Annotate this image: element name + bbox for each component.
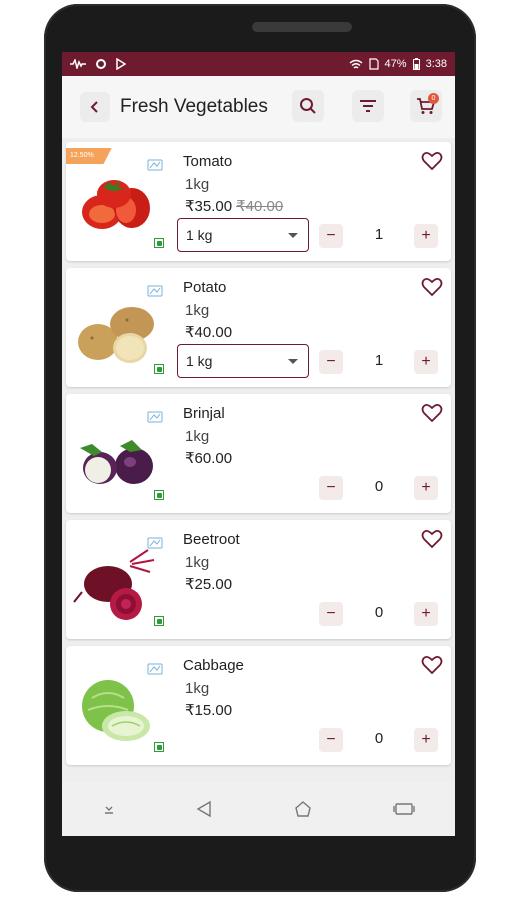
cart-count-badge: 0 xyxy=(428,93,439,104)
home-icon[interactable] xyxy=(292,800,314,818)
chevron-down-icon xyxy=(288,358,298,364)
decrease-quantity-button[interactable]: − xyxy=(319,728,343,752)
brinjal-image xyxy=(80,440,153,484)
product-card[interactable]: Brinjal 1kg ₹60.00 − 0 + xyxy=(66,394,451,513)
product-weight: 1kg xyxy=(185,680,210,697)
wishlist-heart-icon[interactable] xyxy=(421,151,443,171)
cabbage-image xyxy=(82,680,150,741)
app-screen: 47% 3:38 Fresh Vegetables 0 12.50% Tomato… xyxy=(62,52,455,836)
wishlist-heart-icon[interactable] xyxy=(421,529,443,549)
product-card[interactable]: Beetroot 1kg ₹25.00 − 0 + xyxy=(66,520,451,639)
product-name: Beetroot xyxy=(183,531,240,548)
filter-icon xyxy=(360,100,376,112)
decrease-quantity-button[interactable]: − xyxy=(319,224,343,248)
status-bar: 47% 3:38 xyxy=(62,52,455,76)
increase-quantity-button[interactable]: + xyxy=(414,350,438,374)
battery-percent: 47% xyxy=(384,58,407,70)
product-weight: 1kg xyxy=(185,428,210,445)
quantity-value: 1 xyxy=(374,226,384,243)
quantity-value: 0 xyxy=(374,604,384,621)
product-price: ₹35.00 ₹40.00 xyxy=(185,197,283,215)
tomato-image xyxy=(82,180,150,229)
product-price: ₹40.00 xyxy=(185,323,232,341)
veg-indicator-icon xyxy=(154,238,164,248)
selling-price: ₹35.00 xyxy=(185,198,233,215)
search-button[interactable] xyxy=(292,90,324,122)
weight-select[interactable]: 1 kg xyxy=(177,218,309,252)
weight-select[interactable]: 1 kg xyxy=(177,344,309,378)
product-price: ₹15.00 xyxy=(185,701,232,719)
product-weight: 1kg xyxy=(185,176,210,193)
decrease-quantity-button[interactable]: − xyxy=(319,476,343,500)
quantity-value: 0 xyxy=(374,730,384,747)
discount-badge: 12.50% xyxy=(66,148,112,164)
selling-price: ₹60.00 xyxy=(185,450,233,467)
wishlist-heart-icon[interactable] xyxy=(421,655,443,675)
page-title: Fresh Vegetables xyxy=(120,96,268,117)
cart-button[interactable]: 0 xyxy=(410,90,442,122)
wave-icon xyxy=(70,59,86,69)
product-price: ₹25.00 xyxy=(185,575,232,593)
quantity-value: 0 xyxy=(374,478,384,495)
weight-select-value: 1 kg xyxy=(186,227,213,243)
product-price: ₹60.00 xyxy=(185,449,232,467)
sim-icon xyxy=(368,58,379,70)
decrease-quantity-button[interactable]: − xyxy=(319,602,343,626)
status-time: 3:38 xyxy=(425,58,447,70)
wifi-icon xyxy=(349,59,362,69)
product-name: Cabbage xyxy=(183,657,244,674)
wishlist-heart-icon[interactable] xyxy=(421,277,443,297)
download-icon[interactable] xyxy=(102,803,116,815)
chevron-down-icon xyxy=(288,232,298,238)
back-icon xyxy=(90,101,98,113)
phone-speaker xyxy=(252,22,352,32)
veg-indicator-icon xyxy=(154,616,164,626)
product-name: Tomato xyxy=(183,153,233,170)
back-button[interactable] xyxy=(80,92,110,122)
weight-select-value: 1 kg xyxy=(186,353,213,369)
nav-back-icon[interactable] xyxy=(195,800,213,818)
veg-indicator-icon xyxy=(154,742,164,752)
play-icon xyxy=(116,58,126,70)
battery-icon xyxy=(412,58,420,70)
product-weight: 1kg xyxy=(185,554,210,571)
beetroot-image xyxy=(73,549,155,620)
increase-quantity-button[interactable]: + xyxy=(414,224,438,248)
veg-indicator-icon xyxy=(154,490,164,500)
selling-price: ₹40.00 xyxy=(185,324,233,341)
quantity-value: 1 xyxy=(374,352,384,369)
wishlist-heart-icon[interactable] xyxy=(421,403,443,423)
selling-price: ₹25.00 xyxy=(185,576,233,593)
increase-quantity-button[interactable]: + xyxy=(414,728,438,752)
filter-button[interactable] xyxy=(352,90,384,122)
search-icon xyxy=(300,98,316,114)
selling-price: ₹15.00 xyxy=(185,702,233,719)
app-header: Fresh Vegetables 0 xyxy=(62,76,455,138)
product-card[interactable]: Cabbage 1kg ₹15.00 − 0 + xyxy=(66,646,451,765)
increase-quantity-button[interactable]: + xyxy=(414,476,438,500)
potato-image xyxy=(78,307,154,363)
veg-indicator-icon xyxy=(154,364,164,374)
system-nav-bar xyxy=(62,782,455,836)
recents-icon[interactable] xyxy=(393,801,416,817)
product-name: Brinjal xyxy=(183,405,225,422)
product-name: Potato xyxy=(183,279,227,296)
increase-quantity-button[interactable]: + xyxy=(414,602,438,626)
record-icon xyxy=(96,59,106,69)
product-card[interactable]: Potato 1kg ₹40.00 1 kg − 1 + xyxy=(66,268,451,387)
product-card[interactable]: 12.50% Tomato 1kg ₹35.00 ₹40.00 1 kg − 1 + xyxy=(66,142,451,261)
original-price: ₹40.00 xyxy=(236,198,284,215)
decrease-quantity-button[interactable]: − xyxy=(319,350,343,374)
product-weight: 1kg xyxy=(185,302,210,319)
